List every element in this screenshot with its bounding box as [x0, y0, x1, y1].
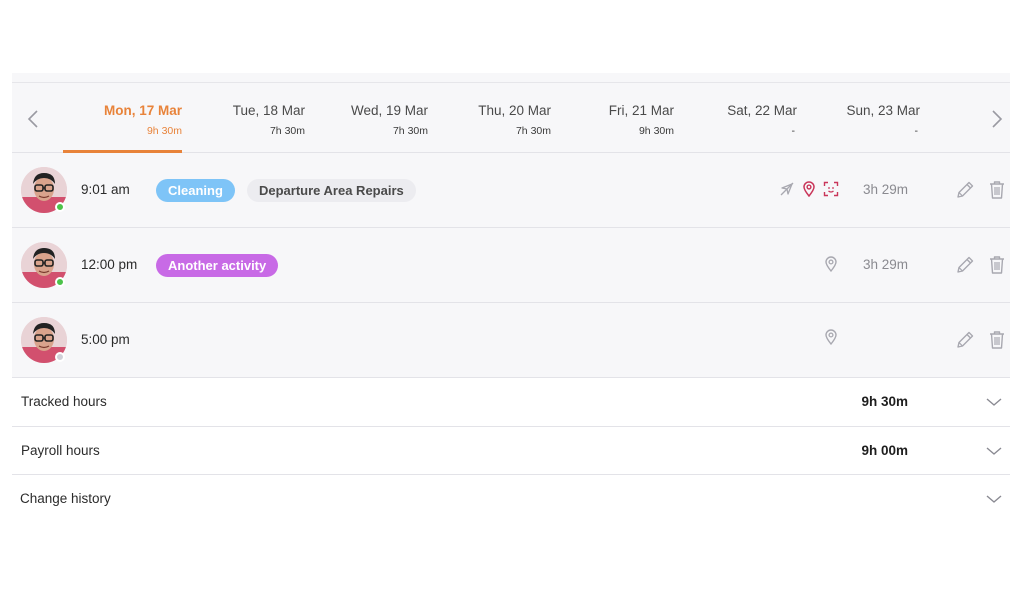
timesheet-panel: Mon, 17 Mar 9h 30m Tue, 18 Mar 7h 30m We… [12, 73, 1010, 524]
day-label: Wed, 19 Mar [350, 103, 428, 118]
day-tab-fri[interactable]: Fri, 21 Mar 9h 30m [561, 83, 674, 153]
face-scan-icon[interactable] [823, 181, 839, 197]
week-day-selector: Mon, 17 Mar 9h 30m Tue, 18 Mar 7h 30m We… [12, 83, 1010, 153]
day-label: Sun, 23 Mar [846, 103, 920, 118]
day-hours: 7h 30m [392, 125, 428, 137]
edit-pencil-icon[interactable] [954, 329, 976, 351]
tracked-hours-label: Tracked hours [21, 394, 107, 409]
day-hours: - [914, 125, 919, 137]
online-status-indicator [55, 277, 65, 287]
time-entry-row[interactable]: 9:01 am Cleaning Departure Area Repairs … [12, 153, 1010, 228]
chevron-down-icon[interactable] [985, 396, 1003, 408]
offline-status-indicator [55, 352, 65, 362]
location-pin-icon[interactable] [801, 181, 817, 197]
chevron-down-icon[interactable] [985, 445, 1003, 457]
next-week-arrow-icon[interactable] [986, 107, 1006, 131]
change-history-label: Change history [20, 491, 111, 506]
activity-tag: Cleaning [156, 179, 235, 202]
entry-duration: 3h 29m [863, 182, 909, 197]
day-label: Fri, 21 Mar [608, 103, 674, 118]
no-gps-icon[interactable] [779, 181, 795, 197]
payroll-hours-label: Payroll hours [21, 442, 100, 458]
entry-start-time: 9:01 am [81, 182, 130, 197]
tracked-hours-value: 9h 30m [861, 394, 908, 409]
day-label: Thu, 20 Mar [478, 103, 551, 118]
day-hours: - [791, 125, 796, 137]
location-pin-icon[interactable] [823, 256, 839, 272]
edit-pencil-icon[interactable] [954, 179, 976, 201]
day-tab-sun[interactable]: Sun, 23 Mar - [807, 83, 920, 153]
change-history-row[interactable]: Change history [12, 475, 1010, 524]
location-pin-icon[interactable] [823, 329, 839, 345]
payroll-hours-row[interactable]: Payroll hours 9h 00m [12, 426, 1010, 475]
payroll-hours-value: 9h 00m [861, 442, 908, 458]
delete-trash-icon[interactable] [987, 179, 1007, 201]
time-entry-row[interactable]: 5:00 pm [12, 303, 1010, 378]
chevron-down-icon[interactable] [985, 493, 1003, 505]
day-hours: 9h 30m [146, 125, 182, 137]
delete-trash-icon[interactable] [987, 329, 1007, 351]
day-tab-tue[interactable]: Tue, 18 Mar 7h 30m [192, 83, 305, 153]
tracked-hours-row[interactable]: Tracked hours 9h 30m [12, 378, 1010, 427]
activity-tag: Another activity [156, 254, 279, 277]
day-tab-mon[interactable]: Mon, 17 Mar 9h 30m [63, 83, 182, 153]
day-hours: 7h 30m [269, 125, 305, 137]
previous-week-arrow-icon[interactable] [24, 107, 44, 131]
top-divider [12, 73, 1010, 83]
delete-trash-icon[interactable] [987, 254, 1007, 276]
day-tab-thu[interactable]: Thu, 20 Mar 7h 30m [438, 83, 551, 153]
day-label: Mon, 17 Mar [103, 103, 182, 118]
day-tab-wed[interactable]: Wed, 19 Mar 7h 30m [315, 83, 428, 153]
project-tag: Departure Area Repairs [247, 179, 416, 202]
entry-start-time: 5:00 pm [81, 332, 130, 347]
day-hours: 7h 30m [515, 125, 551, 137]
day-hours: 9h 30m [638, 125, 674, 137]
entry-duration: 3h 29m [863, 257, 909, 272]
day-tab-sat[interactable]: Sat, 22 Mar - [684, 83, 797, 153]
edit-pencil-icon[interactable] [954, 254, 976, 276]
day-label: Sat, 22 Mar [727, 103, 797, 118]
day-label: Tue, 18 Mar [232, 103, 305, 118]
time-entry-row[interactable]: 12:00 pm Another activity 3h 29m [12, 228, 1010, 303]
online-status-indicator [55, 202, 65, 212]
entry-start-time: 12:00 pm [81, 257, 138, 272]
